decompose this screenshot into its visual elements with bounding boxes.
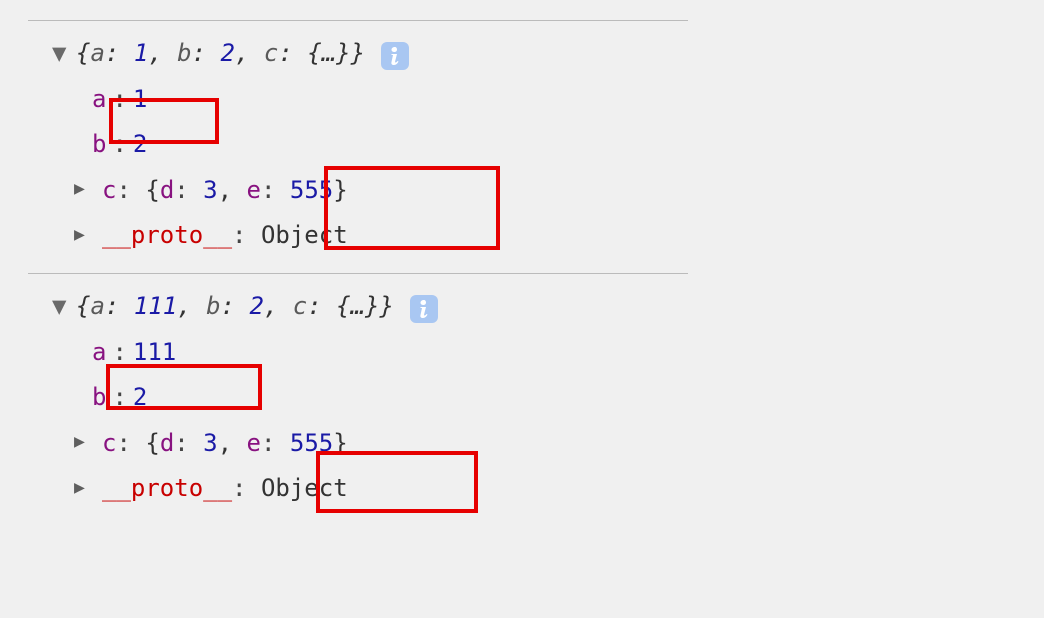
property-key: a	[92, 330, 106, 376]
info-icon[interactable]	[410, 295, 438, 323]
property-key: c	[102, 176, 116, 204]
property-row-proto[interactable]: ▶ __proto__: Object	[24, 466, 1020, 512]
disclosure-right-icon[interactable]: ▶	[74, 172, 92, 206]
property-row-object[interactable]: ▶ c: {d: 3, e: 555}	[24, 168, 1020, 214]
property-value: 1	[133, 77, 147, 123]
info-icon[interactable]	[381, 42, 409, 70]
property-value: 2	[133, 375, 147, 421]
property-row[interactable]: a: 111	[24, 330, 1020, 376]
summary-text: {a: 1, b: 2, c: {…}}	[76, 31, 365, 77]
property-key: b	[92, 375, 106, 421]
proto-value: Object	[261, 474, 348, 502]
summary-text: {a: 111, b: 2, c: {…}}	[76, 284, 394, 330]
object-summary[interactable]: ▼ {a: 1, b: 2, c: {…}}	[24, 31, 1020, 77]
disclosure-down-icon[interactable]: ▼	[52, 31, 70, 77]
proto-key: __proto__	[102, 474, 232, 502]
disclosure-down-icon[interactable]: ▼	[52, 284, 70, 330]
object-summary[interactable]: ▼ {a: 111, b: 2, c: {…}}	[24, 284, 1020, 330]
property-key: a	[92, 77, 106, 123]
property-value: 2	[133, 122, 147, 168]
console-log-entry: ▼ {a: 1, b: 2, c: {…}} a: 1 b: 2 ▶ c: {d…	[24, 21, 1020, 273]
property-key: c	[102, 429, 116, 457]
console-log-entry: ▼ {a: 111, b: 2, c: {…}} a: 111 b: 2 ▶ c…	[24, 274, 1020, 526]
disclosure-right-icon[interactable]: ▶	[74, 471, 92, 505]
proto-key: __proto__	[102, 221, 232, 249]
property-row[interactable]: b: 2	[24, 122, 1020, 168]
disclosure-right-icon[interactable]: ▶	[74, 425, 92, 459]
property-row-proto[interactable]: ▶ __proto__: Object	[24, 213, 1020, 259]
proto-value: Object	[261, 221, 348, 249]
property-row[interactable]: a: 1	[24, 77, 1020, 123]
disclosure-right-icon[interactable]: ▶	[74, 218, 92, 252]
property-key: b	[92, 122, 106, 168]
property-value: 111	[133, 330, 176, 376]
property-row-object[interactable]: ▶ c: {d: 3, e: 555}	[24, 421, 1020, 467]
property-row[interactable]: b: 2	[24, 375, 1020, 421]
